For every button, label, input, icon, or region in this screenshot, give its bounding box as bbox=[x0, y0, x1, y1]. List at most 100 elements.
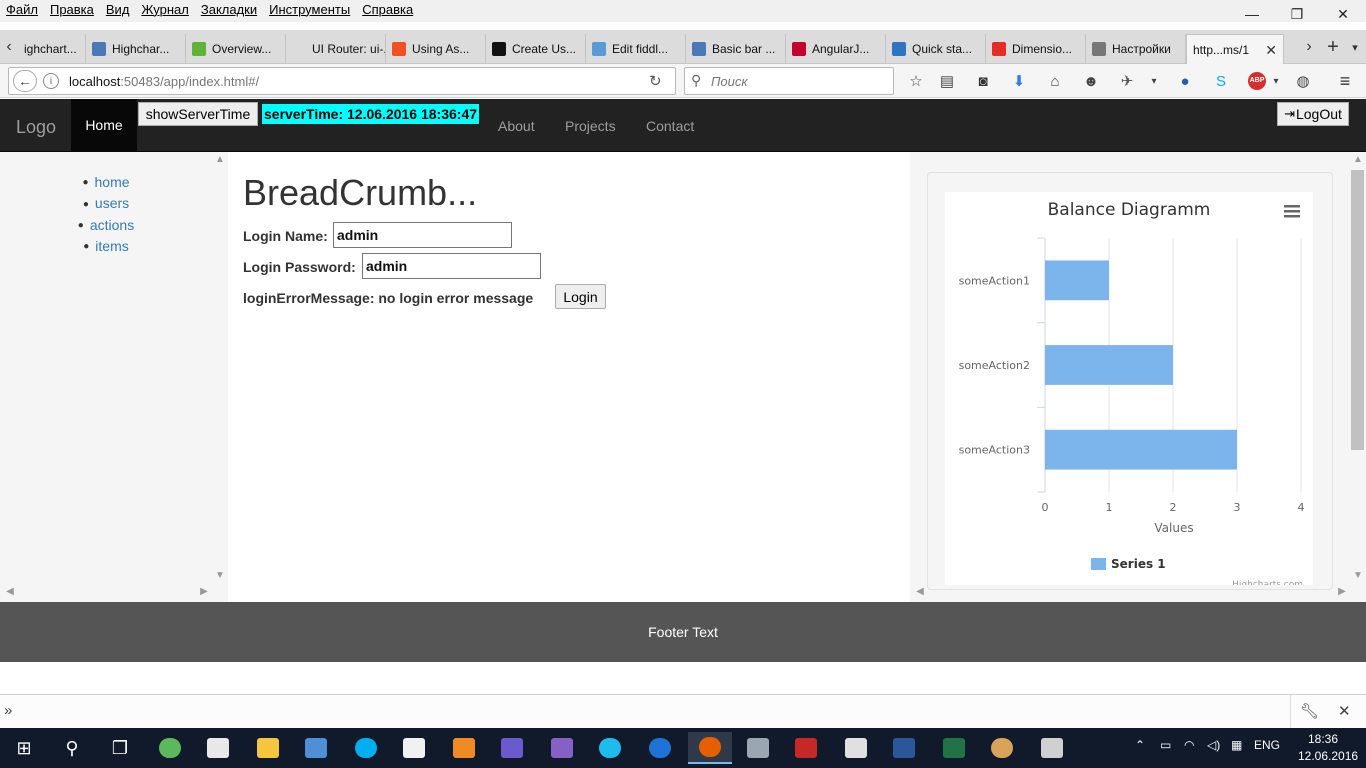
right-scroll-right-icon[interactable]: ▶ bbox=[1334, 586, 1350, 597]
sidebar-item-items[interactable]: ● items bbox=[0, 236, 212, 257]
scroll-left-icon[interactable]: ◀ bbox=[2, 586, 18, 597]
pocket-icon[interactable]: ◙ bbox=[971, 69, 995, 93]
tab-2[interactable]: Overview... bbox=[186, 34, 286, 64]
extension-icon[interactable]: ✈ bbox=[1115, 69, 1139, 93]
restore-icon[interactable]: ❐ bbox=[1274, 0, 1320, 28]
tab-8[interactable]: AngularJ... bbox=[786, 34, 886, 64]
search-box[interactable]: ⚲ Поиск bbox=[684, 67, 894, 95]
bookmarks-list-icon[interactable]: ▤ bbox=[935, 69, 959, 93]
windows-start-icon[interactable]: ⊞ bbox=[4, 732, 44, 764]
extension-blue-icon[interactable]: ● bbox=[1173, 69, 1197, 93]
download-icon[interactable]: ⬇ bbox=[1007, 69, 1031, 93]
clock-date[interactable]: 12.06.2016 bbox=[1298, 749, 1358, 763]
legend-label[interactable]: Series 1 bbox=[1111, 557, 1166, 571]
tab-0[interactable]: ighchart... bbox=[18, 34, 86, 64]
smiley-icon[interactable]: ☻ bbox=[1079, 69, 1103, 93]
tools-icon[interactable] bbox=[738, 732, 778, 764]
login-button[interactable]: Login bbox=[555, 284, 606, 309]
skype-icon[interactable]: S bbox=[1209, 69, 1233, 93]
console-prompt-icon[interactable]: » bbox=[4, 702, 12, 719]
app-icon-2[interactable] bbox=[786, 732, 826, 764]
nav-contact[interactable]: Contact bbox=[646, 118, 694, 134]
store-icon[interactable] bbox=[198, 732, 238, 764]
reload-icon[interactable]: ↻ bbox=[649, 72, 662, 90]
show-server-time-button[interactable]: showServerTime bbox=[138, 102, 258, 126]
tab-list-chevron-down-icon[interactable]: ▾ bbox=[1346, 30, 1364, 64]
menu-history[interactable]: Журнал bbox=[135, 0, 194, 20]
clock-time[interactable]: 18:36 bbox=[1308, 732, 1338, 746]
word-icon[interactable] bbox=[884, 732, 924, 764]
tab-4[interactable]: Using As... bbox=[386, 34, 486, 64]
tab-10[interactable]: Dimensio... bbox=[986, 34, 1086, 64]
globe-icon[interactable]: ◍ bbox=[1291, 69, 1315, 93]
sidebar-item-users[interactable]: ● users bbox=[0, 193, 212, 214]
wifi-icon[interactable]: ◠ bbox=[1184, 738, 1194, 752]
nav-home[interactable]: Home bbox=[71, 99, 137, 151]
task-view-icon[interactable]: ❐ bbox=[100, 732, 140, 764]
logo[interactable]: Logo bbox=[16, 117, 56, 138]
scroll-up-icon[interactable]: ▲ bbox=[212, 154, 228, 165]
right-scroll-left-icon[interactable]: ◀ bbox=[912, 586, 928, 597]
sidebar-item-actions[interactable]: ● actions bbox=[0, 215, 212, 236]
back-arrow-icon[interactable]: ← bbox=[13, 70, 37, 92]
nav-projects[interactable]: Projects bbox=[565, 118, 616, 134]
home-icon[interactable]: ⌂ bbox=[1043, 69, 1067, 93]
menu-tools[interactable]: Инструменты bbox=[263, 0, 356, 20]
close-window-icon[interactable]: ✕ bbox=[1320, 0, 1366, 28]
menu-help[interactable]: Справка bbox=[356, 0, 419, 20]
video-editor-icon[interactable] bbox=[394, 732, 434, 764]
wrench-icon[interactable]: 🔧︎ bbox=[1300, 702, 1319, 720]
scroll-down-icon[interactable]: ▼ bbox=[212, 570, 228, 581]
adblock-chevron-down-icon[interactable]: ▾ bbox=[1264, 69, 1288, 93]
tab-1[interactable]: Highchar... bbox=[86, 34, 186, 64]
search-taskbar-icon[interactable]: ⚲ bbox=[52, 732, 92, 764]
tab-5[interactable]: Create Us... bbox=[486, 34, 586, 64]
menu-file[interactable]: Файл bbox=[0, 0, 44, 20]
login-password-input[interactable] bbox=[362, 253, 541, 279]
language-indicator[interactable]: ENG bbox=[1254, 738, 1280, 752]
volume-icon[interactable]: ◁) bbox=[1207, 738, 1220, 752]
file-explorer-icon[interactable] bbox=[248, 732, 288, 764]
tab-6[interactable]: Edit fiddl... bbox=[586, 34, 686, 64]
tray-device-icon[interactable]: ▭ bbox=[1160, 738, 1171, 752]
tab-11[interactable]: Настройки bbox=[1086, 34, 1186, 64]
firefox-icon[interactable] bbox=[688, 732, 732, 764]
menu-hamburger-icon[interactable]: ≡ bbox=[1333, 69, 1357, 93]
right-scroll-up-icon[interactable]: ▲ bbox=[1350, 154, 1366, 165]
login-name-input[interactable] bbox=[333, 222, 512, 248]
sidebar-item-home[interactable]: ● home bbox=[0, 172, 212, 193]
logout-button[interactable]: ⇥ LogOut bbox=[1277, 102, 1349, 126]
keyboard-icon[interactable]: ▦ bbox=[1231, 738, 1242, 752]
chart-menu-hamburger-icon[interactable] bbox=[1284, 205, 1300, 218]
paint-icon[interactable] bbox=[982, 732, 1022, 764]
menu-bookmarks[interactable]: Закладки bbox=[195, 0, 263, 20]
skype-taskbar-icon[interactable] bbox=[346, 732, 386, 764]
ie-icon[interactable] bbox=[590, 732, 630, 764]
tab-7[interactable]: Basic bar ... bbox=[686, 34, 786, 64]
tray-chevron-up-icon[interactable]: ⌃ bbox=[1135, 738, 1145, 752]
pdf-icon[interactable] bbox=[836, 732, 876, 764]
bookmark-star-icon[interactable]: ☆ bbox=[904, 69, 928, 93]
app-icon-1[interactable] bbox=[296, 732, 336, 764]
edge-icon[interactable] bbox=[640, 732, 680, 764]
close-console-icon[interactable]: ✕ bbox=[1338, 702, 1351, 720]
url-bar[interactable]: ← i localhost:50483/app/index.html#/ ↻ bbox=[8, 67, 676, 95]
right-scroll-down-icon[interactable]: ▼ bbox=[1350, 570, 1366, 581]
right-scrollbar-thumb[interactable] bbox=[1351, 170, 1364, 450]
scroll-right-icon[interactable]: ▶ bbox=[196, 586, 212, 597]
tab-3[interactable]: UI Router: ui-... bbox=[286, 34, 386, 64]
utorrent-icon[interactable] bbox=[150, 732, 190, 764]
tab-close-icon[interactable]: ✕ bbox=[1265, 42, 1277, 59]
extension-chevron-down-icon[interactable]: ▾ bbox=[1142, 69, 1166, 93]
excel-icon[interactable] bbox=[934, 732, 974, 764]
tab-scroll-left-icon[interactable]: ‹ bbox=[0, 30, 18, 64]
tab-9[interactable]: Quick sta... bbox=[886, 34, 986, 64]
info-icon[interactable]: i bbox=[43, 73, 59, 89]
tab-scroll-right-icon[interactable]: › bbox=[1300, 30, 1318, 64]
app-icon-3[interactable] bbox=[1032, 732, 1072, 764]
menu-edit[interactable]: Правка bbox=[44, 0, 100, 20]
nav-about[interactable]: About bbox=[498, 118, 535, 134]
minimize-icon[interactable]: — bbox=[1229, 0, 1275, 28]
menu-view[interactable]: Вид bbox=[100, 0, 136, 20]
terminal-icon[interactable] bbox=[492, 732, 532, 764]
